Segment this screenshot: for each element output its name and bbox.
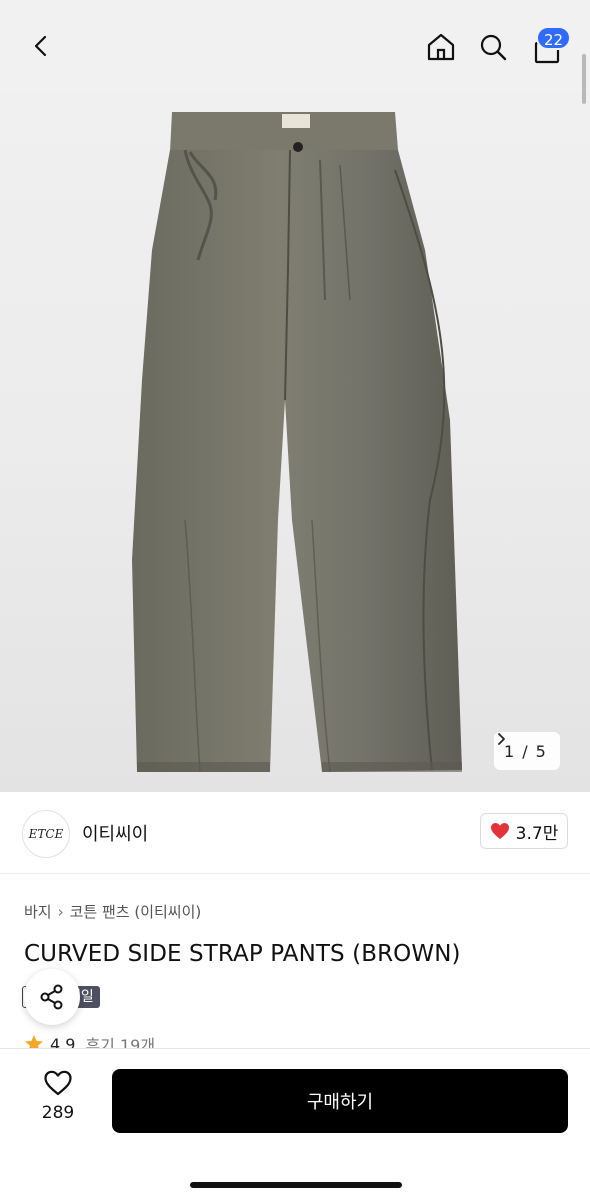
home-indicator — [190, 1182, 402, 1188]
brand-like-button[interactable]: 3.7만 — [480, 813, 568, 849]
wishlist-button[interactable]: 289 — [28, 1069, 88, 1139]
share-button[interactable] — [24, 969, 80, 1025]
brand-row: ETCE 이티씨이 3.7만 — [0, 796, 590, 874]
bottom-purchase-bar: 289 구매하기 — [0, 1048, 590, 1200]
product-title: CURVED SIDE STRAP PANTS (BROWN) — [24, 941, 461, 967]
share-icon — [40, 984, 63, 1010]
breadcrumb-category[interactable]: 바지 — [24, 901, 52, 922]
pager-separator: / — [522, 741, 528, 761]
wishlist-count: 289 — [41, 1103, 75, 1123]
search-icon — [480, 34, 507, 61]
brand-logo[interactable]: ETCE — [22, 810, 70, 858]
image-pager[interactable]: 1 / 5 — [494, 732, 560, 770]
brand-name[interactable]: 이티씨이 — [82, 820, 148, 846]
home-icon — [427, 33, 455, 61]
home-button[interactable] — [420, 26, 462, 68]
chevron-left-icon — [34, 35, 47, 57]
cart-count-badge: 22 — [536, 26, 572, 50]
breadcrumb: 바지 › 코튼 팬츠 (이티씨이) — [24, 901, 201, 922]
product-image-gallery[interactable]: 1 / 5 — [0, 0, 590, 792]
buy-button[interactable]: 구매하기 — [112, 1069, 568, 1133]
heart-outline-icon — [44, 1070, 72, 1096]
search-button[interactable] — [472, 26, 514, 68]
chevron-right-icon — [498, 733, 505, 745]
chevron-right-icon: › — [57, 902, 64, 921]
top-navigation-bar: 22 — [0, 0, 590, 92]
brand-logo-text: ETCE — [28, 827, 64, 841]
heart-icon — [490, 823, 509, 839]
pager-total: 5 — [535, 741, 546, 761]
back-button[interactable] — [22, 26, 62, 66]
scrollbar[interactable] — [582, 54, 586, 104]
breadcrumb-subcategory[interactable]: 코튼 팬츠 (이티씨이) — [70, 901, 202, 922]
brand-like-count: 3.7만 — [515, 823, 559, 844]
product-image — [132, 112, 462, 773]
